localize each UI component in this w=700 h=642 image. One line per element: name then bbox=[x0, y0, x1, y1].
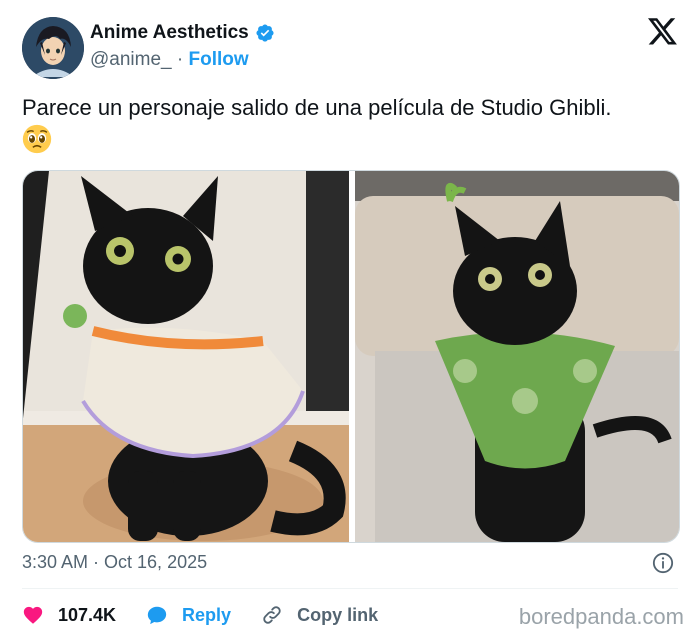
follow-button[interactable]: Follow bbox=[189, 49, 249, 70]
info-icon[interactable] bbox=[652, 552, 674, 574]
pleading-face-emoji bbox=[22, 125, 52, 154]
author-avatar[interactable] bbox=[22, 17, 84, 79]
black-cat-sweater-image bbox=[23, 171, 349, 542]
reply-label: Reply bbox=[182, 604, 232, 625]
like-button[interactable]: 107.4K bbox=[22, 604, 116, 626]
link-icon bbox=[263, 606, 281, 624]
handle-separator: · bbox=[171, 49, 189, 70]
post-text-content: Parece un personaje salido de una pelícu… bbox=[22, 95, 612, 120]
speech-bubble-icon bbox=[147, 606, 167, 625]
black-cat-bandana-image bbox=[355, 171, 679, 542]
anime-avatar-icon bbox=[22, 17, 84, 79]
author-handle-row: @anime_ · Follow bbox=[90, 49, 249, 71]
post-photo-2[interactable] bbox=[355, 171, 679, 542]
copy-link-label: Copy link bbox=[297, 604, 379, 625]
post-text: Parece un personaje salido de una pelícu… bbox=[22, 93, 682, 154]
author-handle[interactable]: @anime_ bbox=[90, 49, 172, 70]
site-watermark: boredpanda.com bbox=[518, 604, 684, 629]
reply-button[interactable]: Reply bbox=[146, 604, 231, 626]
x-logo-icon[interactable] bbox=[648, 18, 678, 46]
author-name-text: Anime Aesthetics bbox=[90, 22, 249, 43]
verified-badge-icon bbox=[256, 24, 274, 42]
author-display-name[interactable]: Anime Aesthetics bbox=[90, 22, 275, 44]
heart-icon bbox=[23, 606, 43, 624]
post-timestamp[interactable]: 3:30 AM · Oct 16, 2025 bbox=[22, 552, 207, 573]
post-actions: 107.4K Reply Copy link bbox=[22, 601, 378, 629]
like-count: 107.4K bbox=[58, 604, 117, 625]
copy-link-button[interactable]: Copy link bbox=[261, 604, 378, 626]
post-media-grid[interactable] bbox=[22, 170, 680, 543]
divider bbox=[22, 588, 678, 589]
post-photo-1[interactable] bbox=[23, 171, 349, 542]
